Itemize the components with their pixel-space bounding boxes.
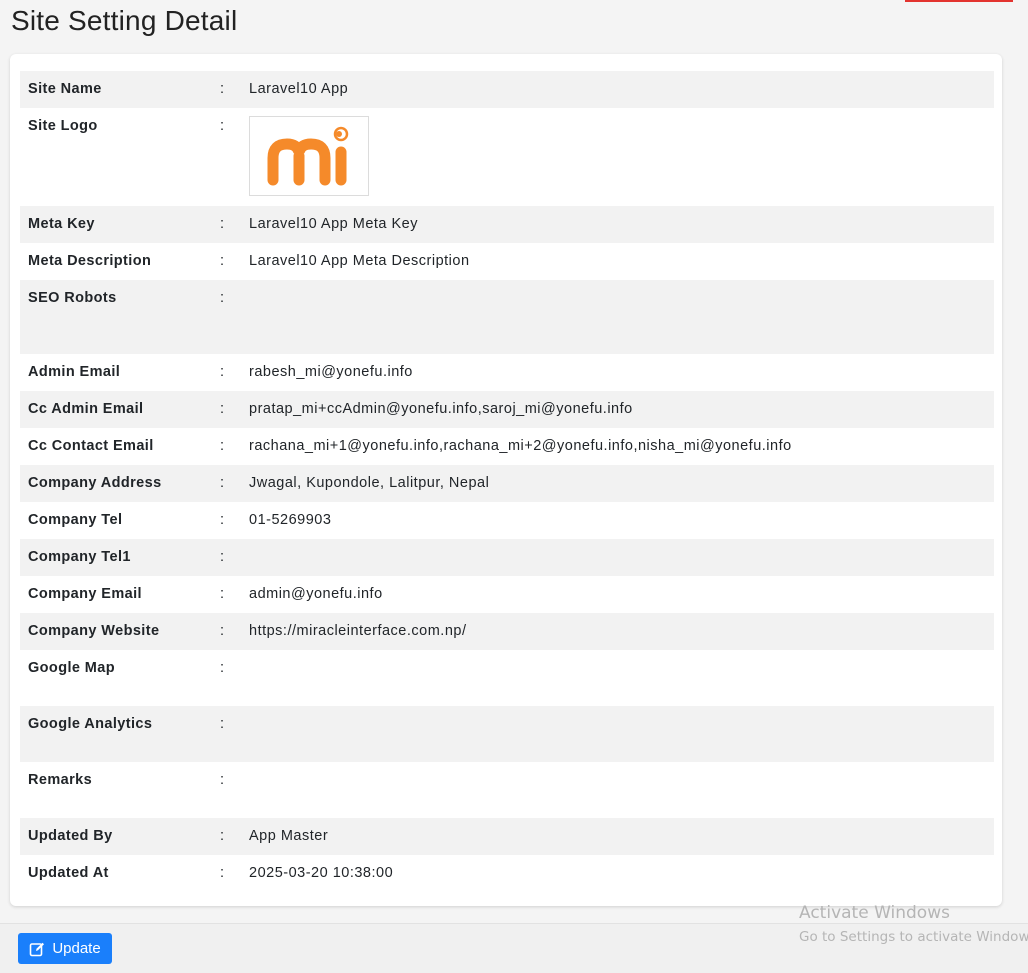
- label-google-analytics: Google Analytics: [28, 716, 153, 732]
- label-company-address: Company Address: [28, 475, 162, 491]
- top-accent-bar: [905, 0, 1013, 2]
- row-company-website: Company Website : https://miracleinterfa…: [20, 613, 994, 650]
- row-company-email: Company Email : admin@yonefu.info: [20, 576, 994, 613]
- label-site-logo: Site Logo: [28, 118, 98, 134]
- value-cc-contact-email: rachana_mi+1@yonefu.info,rachana_mi+2@yo…: [249, 438, 792, 454]
- label-google-map: Google Map: [28, 660, 115, 676]
- label-company-tel: Company Tel: [28, 512, 123, 528]
- separator: :: [220, 364, 225, 380]
- label-admin-email: Admin Email: [28, 364, 121, 380]
- row-updated-at: Updated At : 2025-03-20 10:38:00: [20, 855, 994, 892]
- label-remarks: Remarks: [28, 772, 93, 788]
- value-updated-by: App Master: [249, 828, 329, 844]
- site-logo-image: [249, 116, 369, 196]
- separator: :: [220, 81, 225, 97]
- label-meta-key: Meta Key: [28, 216, 95, 232]
- value-company-address: Jwagal, Kupondole, Lalitpur, Nepal: [249, 475, 490, 491]
- row-admin-email: Admin Email : rabesh_mi@yonefu.info: [20, 354, 994, 391]
- update-button-label: Update: [52, 940, 101, 957]
- value-meta-key: Laravel10 App Meta Key: [249, 216, 418, 232]
- label-cc-contact-email: Cc Contact Email: [28, 438, 154, 454]
- label-company-email: Company Email: [28, 586, 142, 602]
- row-meta-key: Meta Key : Laravel10 App Meta Key: [20, 206, 994, 243]
- mi-logo: [267, 126, 349, 186]
- separator: :: [220, 512, 225, 528]
- separator: :: [220, 716, 225, 732]
- value-site-name: Laravel10 App: [249, 81, 349, 97]
- separator: :: [220, 438, 225, 454]
- row-company-tel1: Company Tel1 :: [20, 539, 994, 576]
- value-company-tel: 01-5269903: [249, 512, 332, 528]
- site-setting-table: Site Name : Laravel10 App Site Logo : Me…: [20, 71, 994, 892]
- row-updated-by: Updated By : App Master: [20, 818, 994, 855]
- row-meta-description: Meta Description : Laravel10 App Meta De…: [20, 243, 994, 280]
- label-company-website: Company Website: [28, 623, 160, 639]
- separator: :: [220, 290, 225, 306]
- row-company-address: Company Address : Jwagal, Kupondole, Lal…: [20, 465, 994, 502]
- row-company-tel: Company Tel : 01-5269903: [20, 502, 994, 539]
- update-button[interactable]: Update: [18, 933, 112, 964]
- separator: :: [220, 660, 225, 676]
- detail-card: Site Name : Laravel10 App Site Logo : Me…: [10, 54, 1002, 906]
- label-meta-description: Meta Description: [28, 253, 152, 269]
- separator: :: [220, 216, 225, 232]
- value-admin-email: rabesh_mi@yonefu.info: [249, 364, 413, 380]
- separator: :: [220, 401, 225, 417]
- separator: :: [220, 549, 225, 565]
- row-google-analytics: Google Analytics :: [20, 706, 994, 762]
- value-company-website: https://miracleinterface.com.np/: [249, 623, 467, 639]
- row-google-map: Google Map :: [20, 650, 994, 706]
- value-seo-robots: [241, 280, 994, 354]
- label-cc-admin-email: Cc Admin Email: [28, 401, 144, 417]
- value-google-map: [241, 650, 994, 706]
- separator: :: [220, 118, 225, 134]
- value-company-tel1: [241, 539, 994, 576]
- separator: :: [220, 865, 225, 881]
- row-cc-contact-email: Cc Contact Email : rachana_mi+1@yonefu.i…: [20, 428, 994, 465]
- label-site-name: Site Name: [28, 81, 102, 97]
- value-meta-description: Laravel10 App Meta Description: [249, 253, 470, 269]
- watermark-title: Activate Windows: [799, 903, 950, 923]
- label-company-tel1: Company Tel1: [28, 549, 131, 565]
- row-site-name: Site Name : Laravel10 App: [20, 71, 994, 108]
- label-updated-by: Updated By: [28, 828, 113, 844]
- separator: :: [220, 772, 225, 788]
- page-title: Site Setting Detail: [11, 5, 238, 36]
- value-company-email: admin@yonefu.info: [249, 586, 383, 602]
- separator: :: [220, 623, 225, 639]
- row-site-logo: Site Logo :: [20, 108, 994, 206]
- label-updated-at: Updated At: [28, 865, 109, 881]
- value-cc-admin-email: pratap_mi+ccAdmin@yonefu.info,saroj_mi@y…: [249, 401, 633, 417]
- separator: :: [220, 828, 225, 844]
- value-google-analytics: [241, 706, 994, 762]
- row-seo-robots: SEO Robots :: [20, 280, 994, 354]
- separator: :: [220, 586, 225, 602]
- label-seo-robots: SEO Robots: [28, 290, 117, 306]
- value-remarks: [241, 762, 994, 818]
- row-remarks: Remarks :: [20, 762, 994, 818]
- separator: :: [220, 475, 225, 491]
- value-updated-at: 2025-03-20 10:38:00: [249, 865, 394, 881]
- separator: :: [220, 253, 225, 269]
- edit-icon: [30, 942, 45, 956]
- row-cc-admin-email: Cc Admin Email : pratap_mi+ccAdmin@yonef…: [20, 391, 994, 428]
- activation-watermark: Activate Windows Go to Settings to activ…: [799, 900, 1028, 948]
- value-site-logo: [241, 108, 994, 206]
- watermark-subtitle: Go to Settings to activate Windows.: [799, 929, 1028, 945]
